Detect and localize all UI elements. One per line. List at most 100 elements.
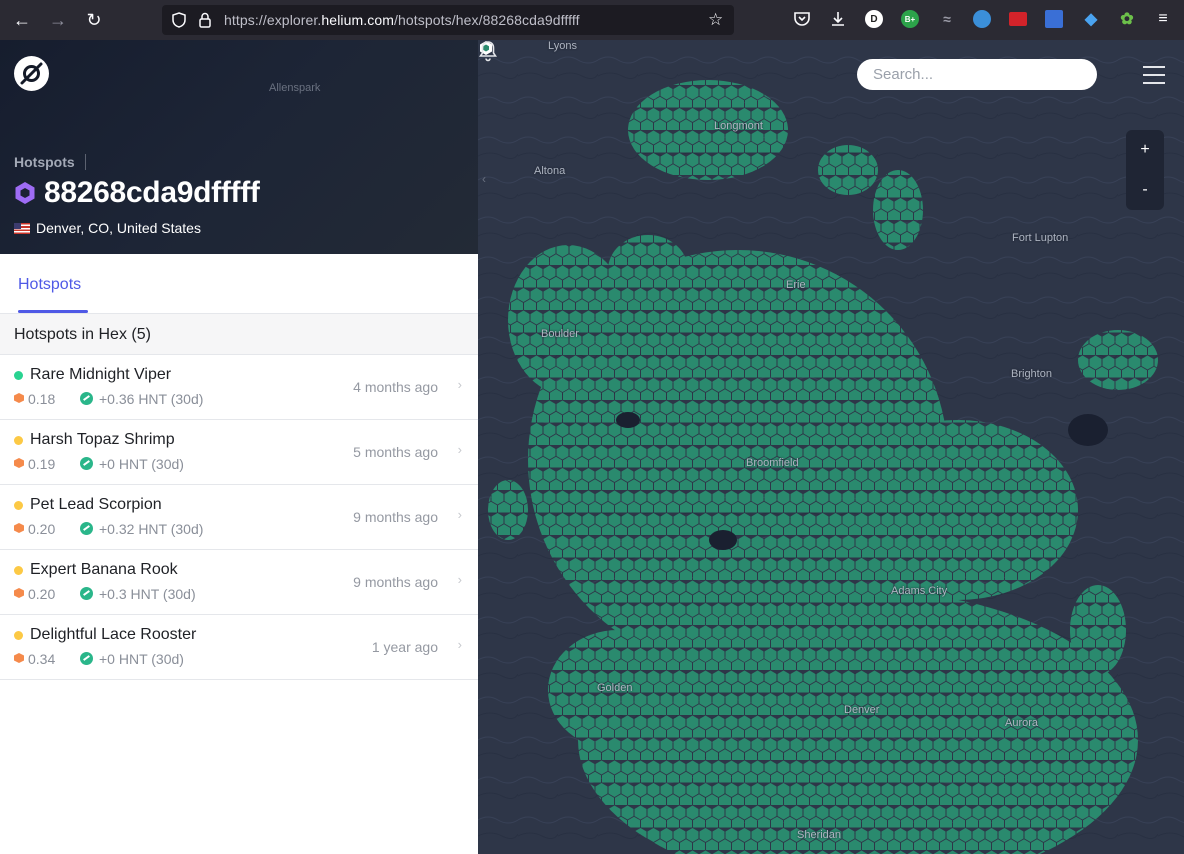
chevron-right-icon: › xyxy=(457,572,462,587)
hnt-token-icon xyxy=(80,587,93,600)
zoom-in-button[interactable]: + xyxy=(1126,130,1164,170)
hotspot-reward: +0 HNT (30d) xyxy=(99,651,184,667)
lock-icon[interactable] xyxy=(196,11,214,29)
list-item[interactable]: Pet Lead Scorpion 0.20 +0.32 HNT (30d) 9… xyxy=(0,485,478,550)
hotspot-scale: 0.19 xyxy=(28,456,56,472)
list-item[interactable]: Delightful Lace Rooster 0.34 +0 HNT (30d… xyxy=(0,615,478,680)
hotspot-name: Delightful Lace Rooster xyxy=(30,626,197,643)
breadcrumb-hotspots[interactable]: Hotspots xyxy=(14,154,75,170)
chevron-right-icon: › xyxy=(457,377,462,392)
hnt-token-icon xyxy=(80,652,93,665)
extension-leaf-icon[interactable]: ✿ xyxy=(1117,9,1137,29)
hotspot-added-time: 1 year ago xyxy=(371,639,438,655)
zoom-out-button[interactable]: - xyxy=(1126,170,1164,210)
map-label-allenspark: Allenspark xyxy=(269,82,321,94)
extension-cap-icon[interactable]: ◆ xyxy=(1081,9,1101,29)
hotspot-reward: +0.3 HNT (30d) xyxy=(99,586,196,602)
chevron-right-icon: › xyxy=(457,637,462,652)
tab-bar: Hotspots xyxy=(0,254,478,314)
back-arrow-icon[interactable]: ← xyxy=(10,8,34,32)
hotspot-name: Pet Lead Scorpion xyxy=(30,496,162,513)
location-text: Denver, CO, United States xyxy=(36,220,201,236)
search-input[interactable]: Search... xyxy=(857,59,1097,90)
hotspot-added-time: 9 months ago xyxy=(353,574,438,590)
transmit-scale-icon xyxy=(14,653,24,663)
app-menu-icon[interactable]: ≡ xyxy=(1153,9,1173,29)
extension-d-icon[interactable]: D xyxy=(865,10,883,28)
transmit-scale-icon xyxy=(14,458,24,468)
map-label: Sheridan xyxy=(797,829,842,841)
list-item[interactable]: Rare Midnight Viper 0.18 +0.36 HNT (30d)… xyxy=(0,355,478,420)
bookmark-star-icon[interactable]: ☆ xyxy=(708,10,723,30)
zoom-control: + - xyxy=(1126,130,1164,210)
breadcrumb-divider xyxy=(84,154,86,170)
extension-tracker-icon[interactable]: ≈ xyxy=(937,9,957,29)
translate-icon[interactable] xyxy=(1045,10,1063,28)
hotspot-added-time: 4 months ago xyxy=(353,379,438,395)
hotspot-reward: +0.32 HNT (30d) xyxy=(99,521,204,537)
tab-active-indicator xyxy=(18,310,88,313)
map-label: Altona xyxy=(534,165,566,177)
extension-bplus-icon[interactable]: B+ xyxy=(901,10,919,28)
page-title: 88268cda9dfffff xyxy=(14,176,260,210)
hnt-token-icon xyxy=(80,522,93,535)
breadcrumb[interactable]: Hotspots xyxy=(14,154,86,170)
hotspot-name: Expert Banana Rook xyxy=(30,561,178,578)
section-header: Hotspots in Hex (5) xyxy=(0,314,478,355)
bell-icon[interactable] xyxy=(478,40,498,62)
hotspot-added-time: 9 months ago xyxy=(353,509,438,525)
map-label: Lyons xyxy=(548,40,577,52)
hotspot-added-time: 5 months ago xyxy=(353,444,438,460)
status-dot xyxy=(14,566,23,575)
extension-blue-icon[interactable] xyxy=(973,10,991,28)
url-text[interactable]: https://explorer.helium.com/hotspots/hex… xyxy=(224,12,580,28)
hotspot-scale: 0.18 xyxy=(28,391,56,407)
search-placeholder: Search... xyxy=(873,66,934,83)
map-label: Boulder xyxy=(541,328,579,340)
hotspot-scale: 0.20 xyxy=(28,521,56,537)
map-label: Erie xyxy=(786,279,806,291)
map-label: Denver xyxy=(844,704,880,716)
shield-icon[interactable] xyxy=(170,11,188,29)
map-label: Broomfield xyxy=(746,457,799,469)
map-label: Fort Lupton xyxy=(1012,232,1069,244)
hero-header: Allenspark Hotspots 88268cda9dfffff Denv… xyxy=(0,40,478,254)
pocket-icon[interactable] xyxy=(792,9,812,29)
list-item[interactable]: Harsh Topaz Shrimp 0.19 +0 HNT (30d) 5 m… xyxy=(0,420,478,485)
transmit-scale-icon xyxy=(14,588,24,598)
hotspot-name: Harsh Topaz Shrimp xyxy=(30,431,175,448)
map-label: Adams City xyxy=(891,585,948,597)
helium-logo-icon xyxy=(20,62,43,85)
hotspot-reward: +0 HNT (30d) xyxy=(99,456,184,472)
transmit-scale-icon xyxy=(14,523,24,533)
status-dot xyxy=(14,631,23,640)
menu-line xyxy=(1143,82,1165,84)
coverage-map[interactable]: Lyons Longmont Altona Fort Lupton Erie B… xyxy=(478,40,1184,854)
reload-icon[interactable]: ↻ xyxy=(82,8,106,32)
status-dot xyxy=(14,436,23,445)
hotspot-name: Rare Midnight Viper xyxy=(30,366,172,383)
browser-toolbar: ← → ↻ https://explorer.helium.com/hotspo… xyxy=(0,0,1184,40)
transmit-scale-icon xyxy=(14,393,24,403)
download-icon[interactable] xyxy=(828,9,848,29)
hamburger-menu-icon[interactable] xyxy=(1143,66,1165,84)
hotspot-scale: 0.20 xyxy=(28,586,56,602)
hex-id: 88268cda9dfffff xyxy=(44,176,260,209)
map-label: Longmont xyxy=(714,120,763,132)
hex-icon xyxy=(15,182,35,204)
list-item[interactable]: Expert Banana Rook 0.20 +0.3 HNT (30d) 9… xyxy=(0,550,478,615)
collapse-panel-icon[interactable]: ‹ xyxy=(482,172,486,186)
tab-hotspots[interactable]: Hotspots xyxy=(18,276,81,294)
section-title: Hotspots in Hex (5) xyxy=(14,326,151,343)
forward-arrow-icon[interactable]: → xyxy=(46,8,70,32)
address-bar[interactable]: https://explorer.helium.com/hotspots/hex… xyxy=(162,5,734,35)
hnt-token-icon xyxy=(80,392,93,405)
chevron-right-icon: › xyxy=(457,442,462,457)
hex-detail-panel: Allenspark Hotspots 88268cda9dfffff Denv… xyxy=(0,40,478,854)
extension-red-icon[interactable] xyxy=(1009,12,1027,26)
map-label: Brighton xyxy=(1011,368,1052,380)
menu-line xyxy=(1143,74,1165,76)
us-flag-icon xyxy=(14,222,30,234)
helium-logo[interactable] xyxy=(14,56,49,91)
hnt-token-icon xyxy=(80,457,93,470)
